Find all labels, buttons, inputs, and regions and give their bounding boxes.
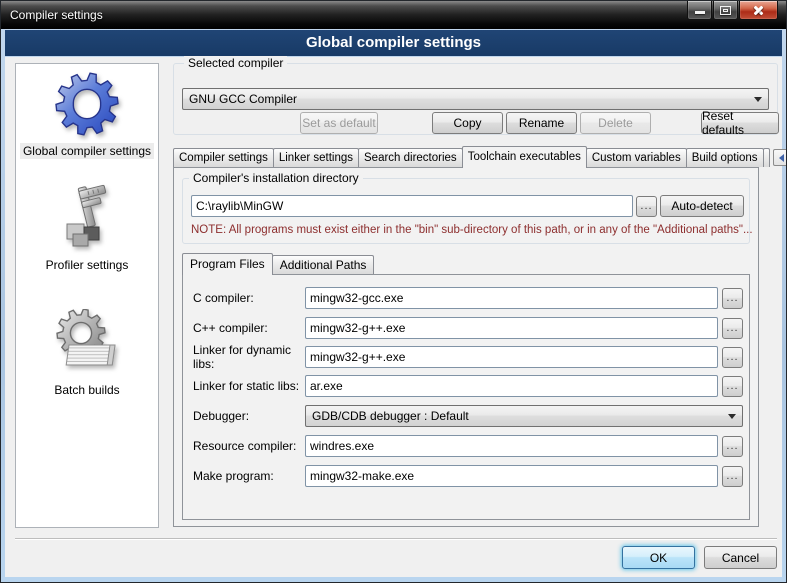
sidebar-item-global-compiler-settings[interactable]: Global compiler settings xyxy=(16,70,158,159)
set-as-default-button[interactable]: Set as default xyxy=(300,112,378,134)
selected-compiler-select[interactable]: GNU GCC Compiler xyxy=(182,88,769,110)
selected-compiler-group: Selected compiler GNU GCC Compiler Set a… xyxy=(173,63,778,135)
compiler-settings-dialog: Compiler settings Global compiler settin… xyxy=(0,0,787,583)
maximize-icon xyxy=(720,6,731,15)
reset-defaults-button[interactable]: Reset defaults xyxy=(701,112,779,134)
field-row-resource-compiler: Resource compiler: ... xyxy=(193,435,743,457)
close-icon xyxy=(752,4,765,17)
group-label: Selected compiler xyxy=(184,56,287,70)
cancel-button[interactable]: Cancel xyxy=(704,546,777,569)
field-label: Linker for dynamic libs: xyxy=(193,343,305,371)
sidebar-item-label: Global compiler settings xyxy=(20,143,154,159)
tab-scroll-controls xyxy=(773,149,787,166)
sidebar-item-label: Batch builds xyxy=(51,382,122,398)
field-label: Linker for static libs: xyxy=(193,379,305,393)
cpp-compiler-input[interactable] xyxy=(305,317,718,339)
sidebar-item-profiler-settings[interactable]: Profiler settings xyxy=(16,184,158,273)
linker-dynamic-input[interactable] xyxy=(305,346,718,368)
titlebar[interactable]: Compiler settings xyxy=(1,1,786,29)
chevron-down-icon xyxy=(728,414,736,419)
browse-button[interactable]: ... xyxy=(722,466,743,487)
browse-directory-button[interactable]: ... xyxy=(636,196,657,217)
delete-button[interactable]: Delete xyxy=(580,112,651,134)
rename-button[interactable]: Rename xyxy=(506,112,577,134)
browse-button[interactable]: ... xyxy=(722,436,743,457)
sidebar-item-batch-builds[interactable]: Batch builds xyxy=(16,309,158,398)
installation-directory-input[interactable] xyxy=(191,195,633,217)
dialog-content: Global compiler settings xyxy=(5,57,782,577)
gray-gear-stack-icon xyxy=(53,309,121,377)
field-row-linker-dynamic: Linker for dynamic libs: ... xyxy=(193,346,743,368)
tab-custom-variables[interactable]: Custom variables xyxy=(586,148,687,167)
footer-divider xyxy=(15,538,777,540)
tab-scroll-left-button[interactable] xyxy=(773,149,787,166)
program-files-panel: C compiler: ... C++ compiler: ... Linker… xyxy=(182,274,750,520)
field-row-debugger: Debugger: GDB/CDB debugger : Default xyxy=(193,405,743,427)
browse-button[interactable]: ... xyxy=(722,288,743,309)
page-title: Global compiler settings xyxy=(5,30,782,56)
field-label: Make program: xyxy=(193,469,305,483)
tab-toolchain-executables[interactable]: Toolchain executables xyxy=(462,146,587,168)
installation-directory-group: Compiler's installation directory ... Au… xyxy=(182,178,750,244)
maximize-button[interactable] xyxy=(713,1,738,20)
sidebar-item-label: Profiler settings xyxy=(43,257,132,273)
group-label: Compiler's installation directory xyxy=(189,171,363,185)
field-label: Resource compiler: xyxy=(193,439,305,453)
linker-static-input[interactable] xyxy=(305,375,718,397)
selected-compiler-value: GNU GCC Compiler xyxy=(189,92,748,106)
field-row-make-program: Make program: ... xyxy=(193,465,743,487)
tab-build-options[interactable]: Build options xyxy=(686,148,764,167)
debugger-select[interactable]: GDB/CDB debugger : Default xyxy=(305,405,743,427)
field-row-c-compiler: C compiler: ... xyxy=(193,287,743,309)
make-program-input[interactable] xyxy=(305,465,718,487)
caliper-icon xyxy=(53,184,121,252)
tab-linker-settings[interactable]: Linker settings xyxy=(273,148,359,167)
program-tabs: Program Files Additional Paths xyxy=(182,254,374,275)
window-title: Compiler settings xyxy=(10,8,103,22)
field-row-linker-static: Linker for static libs: ... xyxy=(193,375,743,397)
browse-button[interactable]: ... xyxy=(722,318,743,339)
tab-search-directories[interactable]: Search directories xyxy=(358,148,463,167)
ok-button[interactable]: OK xyxy=(622,546,695,569)
settings-sidebar: Global compiler settings xyxy=(15,63,159,528)
tab-overflow-stub xyxy=(763,148,770,167)
field-label: C compiler: xyxy=(193,291,305,305)
field-label: Debugger: xyxy=(193,409,305,423)
chevron-down-icon xyxy=(754,97,762,102)
resource-compiler-input[interactable] xyxy=(305,435,718,457)
copy-button[interactable]: Copy xyxy=(432,112,503,134)
minimize-button[interactable] xyxy=(687,1,712,20)
tab-additional-paths[interactable]: Additional Paths xyxy=(272,255,375,274)
field-label: C++ compiler: xyxy=(193,321,305,335)
field-row-cpp-compiler: C++ compiler: ... xyxy=(193,317,743,339)
tab-compiler-settings[interactable]: Compiler settings xyxy=(173,148,274,167)
browse-button[interactable]: ... xyxy=(722,376,743,397)
debugger-value: GDB/CDB debugger : Default xyxy=(312,409,722,423)
auto-detect-button[interactable]: Auto-detect xyxy=(660,195,744,217)
minimize-icon xyxy=(695,11,705,14)
arrow-left-icon xyxy=(779,154,784,162)
close-button[interactable] xyxy=(739,1,778,20)
c-compiler-input[interactable] xyxy=(305,287,718,309)
tab-program-files[interactable]: Program Files xyxy=(182,253,273,275)
dialog-buttons: OK Cancel xyxy=(622,546,777,569)
compiler-tabs: Compiler settings Linker settings Search… xyxy=(173,147,787,168)
blue-gear-icon xyxy=(53,70,121,138)
toolchain-executables-panel: Compiler's installation directory ... Au… xyxy=(173,167,759,527)
window-controls xyxy=(687,1,778,20)
installation-note: NOTE: All programs must exist either in … xyxy=(191,224,753,236)
browse-button[interactable]: ... xyxy=(722,347,743,368)
